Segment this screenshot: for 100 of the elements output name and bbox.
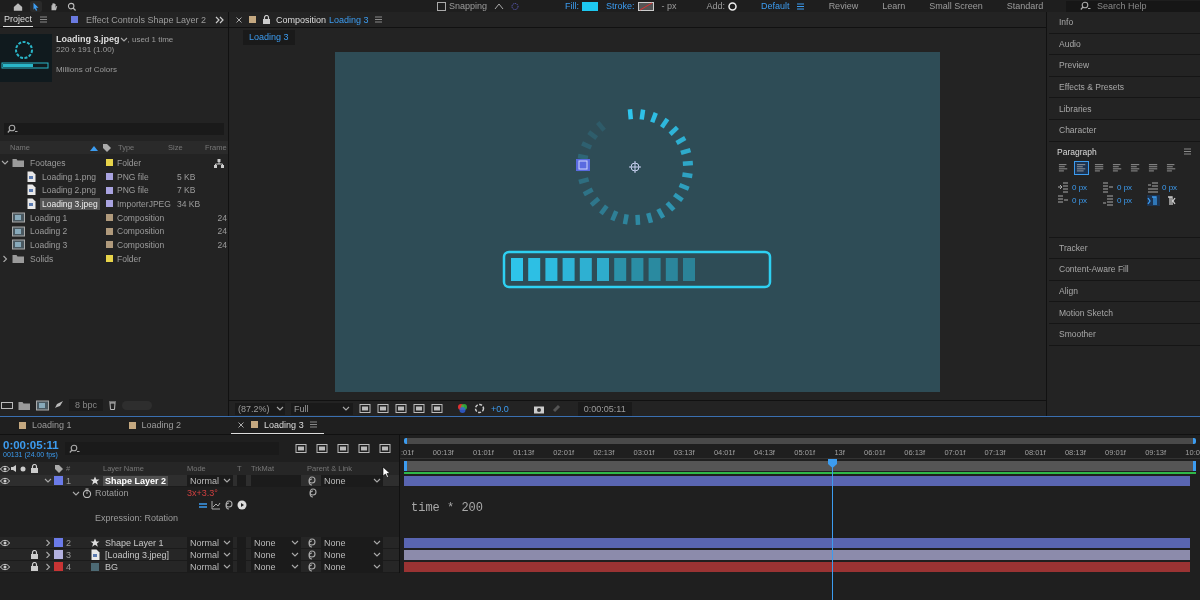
rocket-icon[interactable] <box>54 400 64 410</box>
visibility-eye-icon[interactable] <box>0 476 10 485</box>
snapping-checkbox[interactable] <box>437 1 446 11</box>
indent-value[interactable]: 0 px <box>1162 182 1178 192</box>
label-color-swatch[interactable] <box>105 158 114 168</box>
label-color-swatch[interactable] <box>54 550 63 559</box>
expand-caret-icon[interactable] <box>44 477 52 484</box>
parent-dropdown[interactable]: None <box>321 475 383 486</box>
pick-whip-icon[interactable] <box>307 561 317 572</box>
selection-arrow-icon[interactable] <box>30 0 42 12</box>
pick-whip-icon[interactable] <box>307 549 317 560</box>
mode-dropdown[interactable]: Normal <box>187 475 233 486</box>
panel-item[interactable]: Audio <box>1049 33 1200 56</box>
mode-dropdown[interactable]: Normal <box>187 561 233 572</box>
audio-icon[interactable] <box>10 464 19 473</box>
expression-menu-icon[interactable] <box>237 500 247 510</box>
label-color-swatch[interactable] <box>105 254 114 264</box>
mode-dropdown[interactable]: Normal <box>187 549 233 560</box>
stopwatch-icon[interactable] <box>82 488 92 498</box>
new-folder-icon[interactable] <box>18 399 31 411</box>
trash-icon[interactable] <box>108 400 118 410</box>
panel-item[interactable]: Content-Aware Fill <box>1049 259 1200 281</box>
collapse-caret-icon[interactable] <box>44 551 52 558</box>
pick-whip-icon[interactable] <box>307 475 317 486</box>
color-channels-icon[interactable] <box>457 403 468 414</box>
label-color-swatch[interactable] <box>105 240 114 250</box>
visibility-eye-icon[interactable] <box>0 538 10 547</box>
panel-tab[interactable]: Project <box>3 12 33 27</box>
pick-whip-icon[interactable] <box>307 537 317 548</box>
timeline-tab[interactable]: Loading 3 <box>231 418 324 434</box>
project-item-name[interactable]: Loading 3.jpeg <box>40 197 100 210</box>
snap-option-icon[interactable] <box>493 1 506 11</box>
label-color-swatch[interactable] <box>105 185 114 195</box>
mode-dropdown[interactable]: Normal <box>187 537 233 548</box>
fast-previews-icon[interactable] <box>359 403 371 414</box>
project-item-name[interactable]: Loading 1 <box>28 211 70 224</box>
layer-row[interactable]: 4 BG Normal None None <box>0 561 399 573</box>
new-composition-icon[interactable] <box>36 399 49 411</box>
lock-icon[interactable] <box>262 14 271 25</box>
timecode[interactable]: 0:00:05:11 <box>3 439 59 451</box>
layer-row[interactable]: 2 Shape Layer 1 Normal None None <box>0 537 399 549</box>
current-time-display[interactable]: 0:00:05:11 <box>577 401 632 416</box>
parent-dropdown[interactable]: None <box>321 561 383 572</box>
expression-enable-icon[interactable] <box>198 500 208 510</box>
label-tag-icon[interactable] <box>102 143 112 152</box>
parent-dropdown[interactable]: None <box>321 537 383 548</box>
more-panels-icon[interactable] <box>215 15 225 24</box>
align-text-icon[interactable] <box>1057 161 1070 174</box>
project-item-name[interactable]: Loading 3 <box>28 238 70 251</box>
playhead[interactable] <box>828 459 838 600</box>
solo-icon[interactable] <box>20 465 26 472</box>
resolution-dropdown[interactable]: Full <box>291 402 353 415</box>
search-field[interactable] <box>4 123 224 135</box>
menu-icon[interactable] <box>39 15 48 24</box>
layer-row[interactable]: 1 Shape Layer 2 Normal None <box>0 475 399 487</box>
indent-value[interactable]: 0 px <box>1117 195 1133 205</box>
indent-value[interactable]: 0 px <box>1072 182 1088 192</box>
panel-item[interactable]: Motion Sketch <box>1049 302 1200 324</box>
project-item-name[interactable]: Footages <box>28 156 68 169</box>
lock-icon[interactable] <box>30 549 39 560</box>
align-text-icon[interactable] <box>1111 161 1124 174</box>
indent-value[interactable]: 0 px <box>1117 182 1133 192</box>
menu-icon[interactable] <box>1183 147 1192 157</box>
collapse-caret-icon[interactable] <box>44 539 52 546</box>
label-color-swatch[interactable] <box>54 476 63 485</box>
dropdown-caret-icon[interactable] <box>119 35 128 43</box>
close-icon[interactable] <box>235 15 243 24</box>
menu-icon[interactable] <box>373 15 383 24</box>
panel-item[interactable]: Effects & Presets <box>1049 76 1200 99</box>
add-shape-icon[interactable] <box>728 1 738 11</box>
pick-whip-icon[interactable] <box>308 488 318 498</box>
search-help-field[interactable]: Search Help <box>1066 0 1200 12</box>
expand-caret-icon[interactable] <box>1 159 9 167</box>
track-matte-dropdown[interactable]: None <box>251 549 301 560</box>
panel-item[interactable]: Character <box>1049 119 1200 142</box>
stroke-color-swatch[interactable] <box>637 1 654 11</box>
align-text-icon[interactable] <box>1129 161 1142 174</box>
property-value[interactable]: 3x+3.3° <box>187 488 218 498</box>
align-text-icon[interactable] <box>1075 161 1088 174</box>
workspace-tab[interactable]: Review <box>828 1 859 11</box>
indent-left-icon[interactable] <box>1057 181 1069 193</box>
expand-caret-icon[interactable] <box>72 489 80 497</box>
label-color-swatch[interactable] <box>105 172 114 182</box>
align-text-icon[interactable] <box>1147 161 1160 174</box>
zoom-icon[interactable] <box>66 0 78 12</box>
layer-name[interactable]: [Loading 3.jpeg] <box>103 549 172 560</box>
project-item-name[interactable]: Solids <box>28 252 56 265</box>
anchor-point-icon[interactable] <box>628 160 642 174</box>
collapse-caret-icon[interactable] <box>1 255 9 263</box>
layer-name[interactable]: Shape Layer 1 <box>103 537 166 548</box>
label-color-swatch[interactable] <box>54 562 63 571</box>
panel-item[interactable]: Smoother <box>1049 323 1200 346</box>
layer-name[interactable]: BG <box>103 561 120 572</box>
reset-exposure-icon[interactable] <box>474 403 485 414</box>
layer-search-field[interactable] <box>64 442 279 455</box>
project-item-name[interactable]: Loading 2 <box>28 225 70 238</box>
project-item-name[interactable]: Loading 2.png <box>40 184 98 197</box>
sort-arrow-icon[interactable] <box>90 144 98 151</box>
close-icon[interactable] <box>237 420 246 429</box>
label-color-swatch[interactable] <box>105 199 114 209</box>
